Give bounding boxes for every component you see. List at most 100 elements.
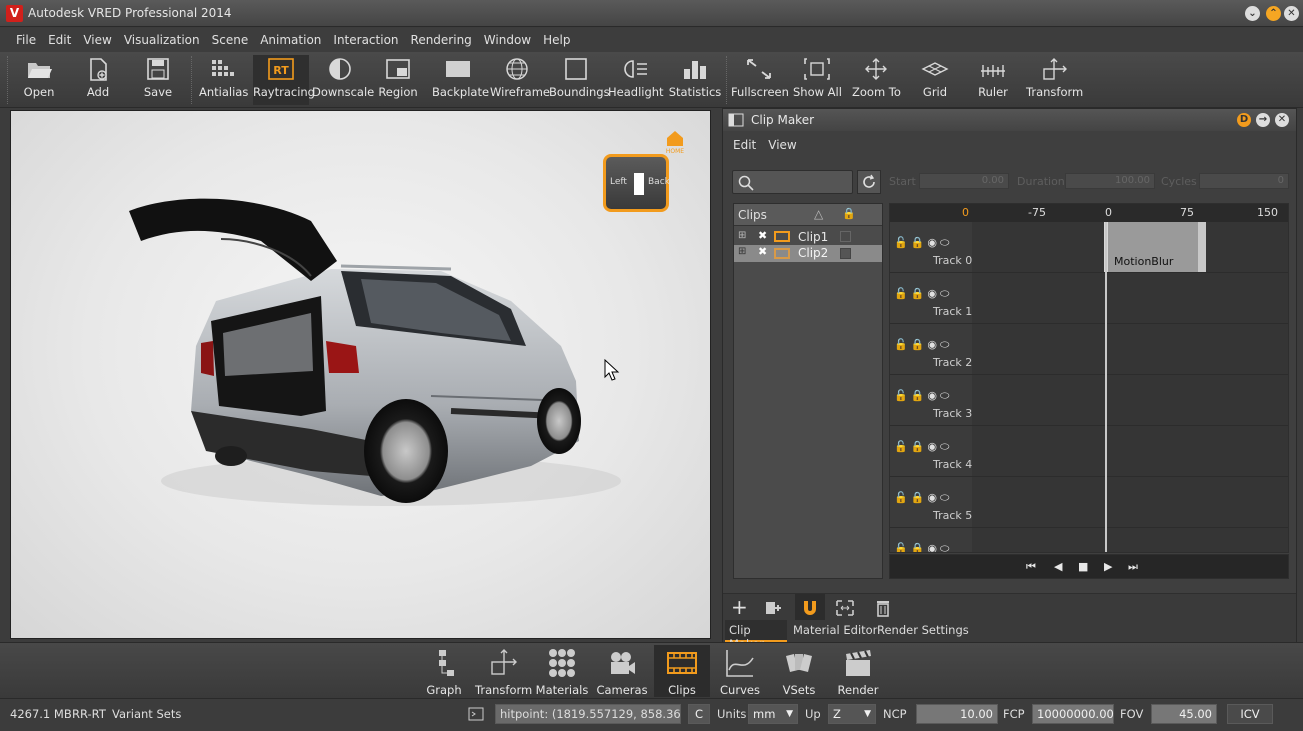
save-button[interactable]: Save (138, 55, 178, 105)
menu-visualization[interactable]: Visualization (118, 28, 206, 52)
track-row[interactable]: 🔓🔒◉⬭ Track 5 (890, 477, 1288, 528)
track-row[interactable]: 🔓🔒◉⬭ Track 3 (890, 375, 1288, 426)
grid-button[interactable]: Grid (915, 55, 955, 105)
dock-cameras[interactable]: Cameras (594, 645, 650, 697)
view-cube[interactable]: Left Back (603, 154, 670, 212)
view-cube-left[interactable]: Left (610, 177, 627, 187)
lock-icon[interactable]: 🔒 (842, 207, 856, 220)
minimize-icon[interactable]: ⌄ (1245, 6, 1260, 21)
add-button[interactable]: Add (78, 55, 118, 105)
c-button[interactable]: C (688, 704, 710, 724)
view-cube-edge[interactable] (634, 173, 644, 195)
menu-rendering[interactable]: Rendering (405, 28, 478, 52)
render-viewport[interactable]: Left Back HOME (10, 110, 711, 639)
ncp-field[interactable]: 10.00 (916, 704, 998, 724)
dock-clips[interactable]: Clips (654, 645, 710, 697)
timeline-ruler[interactable]: 0 -75 0 75 150 (890, 204, 1288, 222)
sort-icon[interactable]: △ (814, 207, 823, 221)
menu-interaction[interactable]: Interaction (327, 28, 404, 52)
disable-icon[interactable]: ✖ (758, 229, 767, 242)
region-button[interactable]: Region (378, 55, 418, 105)
close-icon[interactable]: ✕ (1284, 6, 1299, 21)
track-row[interactable]: 🔓🔒◉⬭ Track 1 (890, 273, 1288, 324)
up-axis-select[interactable]: Z ▼ (828, 704, 876, 724)
icv-button[interactable]: ICV (1227, 704, 1273, 724)
expand-icon[interactable]: ⊞ (738, 246, 746, 257)
track-controls[interactable]: 🔓🔒◉⬭ (894, 542, 952, 552)
track-row[interactable]: 🔓🔒◉⬭ Track 2 (890, 324, 1288, 375)
clip-checkbox[interactable] (840, 248, 851, 259)
menu-view[interactable]: View (77, 28, 117, 52)
menu-edit[interactable]: Edit (42, 28, 77, 52)
stop-icon[interactable]: ■ (1078, 560, 1088, 573)
dock-transform[interactable]: Transform (475, 645, 532, 697)
skip-to-start-icon[interactable]: ⏮ (1026, 560, 1036, 574)
fov-field[interactable]: 45.00 (1151, 704, 1217, 724)
boundings-button[interactable]: Boundings (549, 55, 610, 105)
transform-button[interactable]: Transform (1026, 55, 1083, 105)
skip-to-end-icon[interactable]: ⏭ (1128, 560, 1138, 574)
dock-vsets[interactable]: VSets (771, 645, 827, 697)
playhead[interactable] (1105, 222, 1107, 552)
track-row[interactable]: 🔓🔒◉⬭ Track 4 (890, 426, 1288, 477)
track-row[interactable]: 🔓🔒◉⬭ Track 0 MotionBlur (890, 222, 1288, 273)
expand-icon[interactable]: ⊞ (738, 230, 746, 241)
hitpoint-field[interactable]: hitpoint: (1819.557129, 858.366... (495, 704, 681, 724)
tab-clip-maker[interactable]: Clip Maker (725, 620, 787, 651)
view-cube-back[interactable]: Back (648, 177, 670, 187)
play-icon[interactable]: ▶ (1104, 560, 1112, 573)
menu-animation[interactable]: Animation (254, 28, 327, 52)
track-controls[interactable]: 🔓🔒◉⬭ (894, 440, 952, 454)
track-controls[interactable]: 🔓🔒◉⬭ (894, 491, 952, 505)
dock-graph[interactable]: Graph (416, 645, 472, 697)
statistics-button[interactable]: Statistics (668, 55, 722, 105)
units-select[interactable]: mm ▼ (748, 704, 798, 724)
open-button[interactable]: Open (18, 55, 60, 105)
headlight-button[interactable]: Headlight (608, 55, 664, 105)
menu-file[interactable]: File (10, 28, 42, 52)
refresh-button[interactable] (857, 170, 881, 194)
track-row[interactable]: 🔓🔒◉⬭ (890, 528, 1288, 552)
list-item[interactable]: ⊞ ✖ Clip2 (734, 245, 882, 262)
add-track-icon[interactable] (765, 599, 783, 617)
clip-search-input[interactable] (732, 170, 853, 194)
panel-close-icon[interactable]: ✕ (1275, 113, 1289, 127)
maximize-icon[interactable]: ⌃ (1266, 6, 1281, 21)
clips-header[interactable]: Clips △ 🔒 (734, 204, 882, 226)
dock-curves[interactable]: Curves (712, 645, 768, 697)
clip-checkbox[interactable] (840, 231, 851, 242)
downscale-button[interactable]: Downscale (312, 55, 374, 105)
menu-window[interactable]: Window (478, 28, 537, 52)
dock-materials[interactable]: Materials (534, 645, 590, 697)
track-controls[interactable]: 🔓🔒◉⬭ (894, 389, 952, 403)
menu-scene[interactable]: Scene (206, 28, 255, 52)
cm-menu-view[interactable]: View (762, 134, 802, 156)
ruler-button[interactable]: Ruler (972, 55, 1014, 105)
track-controls[interactable]: 🔓🔒◉⬭ (894, 236, 952, 250)
snap-button[interactable] (795, 594, 825, 622)
dock-panel-icon[interactable]: D (1237, 113, 1251, 127)
track-timeline[interactable]: 0 -75 0 75 150 🔓🔒◉⬭ Track 0 MotionBlur 🔓… (889, 203, 1289, 553)
disable-icon[interactable]: ✖ (758, 245, 767, 258)
trash-icon[interactable] (875, 599, 891, 617)
wireframe-button[interactable]: Wireframe (490, 55, 550, 105)
menu-help[interactable]: Help (537, 28, 576, 52)
fullscreen-button[interactable]: Fullscreen (731, 55, 789, 105)
home-view-button[interactable]: HOME (661, 130, 689, 155)
cm-menu-edit[interactable]: Edit (727, 134, 762, 156)
antialias-button[interactable]: Antialias (199, 55, 248, 105)
add-clip-icon[interactable]: + (731, 595, 748, 619)
dock-render[interactable]: Render (830, 645, 886, 697)
tab-render-settings[interactable]: Render Settings (877, 623, 969, 637)
fit-view-icon[interactable] (835, 599, 855, 617)
backplate-button[interactable]: Backplate (432, 55, 489, 105)
zoom-to-button[interactable]: Zoom To (852, 55, 901, 105)
tab-material-editor[interactable]: Material Editor (793, 623, 877, 637)
terminal-icon[interactable] (468, 707, 484, 721)
fcp-field[interactable]: 10000000.00 (1032, 704, 1114, 724)
raytracing-button[interactable]: RT Raytracing (253, 55, 315, 105)
clip-block[interactable]: MotionBlur (1104, 222, 1206, 272)
track-controls[interactable]: 🔓🔒◉⬭ (894, 338, 952, 352)
list-item[interactable]: ⊞ ✖ Clip1 (734, 229, 882, 245)
show-all-button[interactable]: Show All (793, 55, 842, 105)
